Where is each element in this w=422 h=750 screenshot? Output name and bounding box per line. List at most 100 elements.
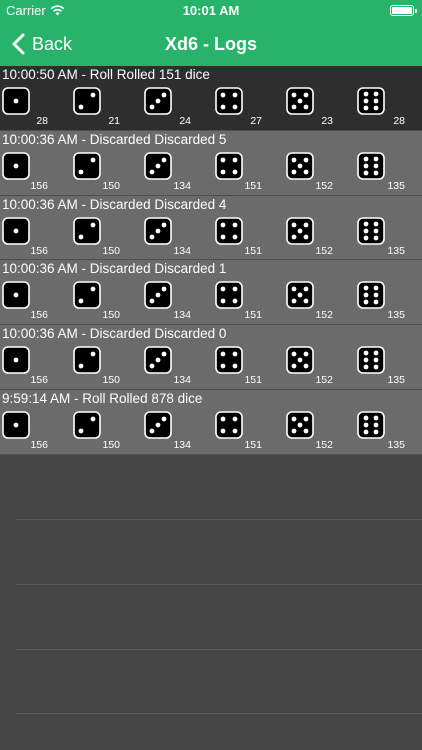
die-face-3-icon xyxy=(144,346,172,374)
die-face-5-icon xyxy=(286,216,314,245)
die-count-2: 150 xyxy=(102,374,120,387)
die-face-6-icon xyxy=(357,346,385,374)
die-count-1: 28 xyxy=(36,115,48,127)
die-count-3: 24 xyxy=(179,115,191,127)
die-face-2-icon xyxy=(73,87,101,115)
die-face-5-icon xyxy=(286,411,314,439)
die-face-5-icon xyxy=(286,346,314,374)
dice-row: 156 150 134 151 152 135 xyxy=(0,151,422,194)
log-entry: 10:00:36 AM - Discarded Discarded 1 156 15… xyxy=(0,260,422,326)
die-count-4: 27 xyxy=(250,115,262,127)
row-separator xyxy=(16,713,422,714)
dice-row: 28 21 24 27 23 28 xyxy=(0,87,422,129)
dice-row: 156 150 134 151 152 135 xyxy=(0,411,422,453)
die-face-4-icon xyxy=(215,281,243,310)
die-count-6: 135 xyxy=(387,179,405,192)
die-face-6-icon xyxy=(357,411,385,439)
die-count-3: 134 xyxy=(173,309,191,322)
row-separator xyxy=(16,584,422,585)
log-entry: 10:00:36 AM - Discarded Discarded 5 156 15… xyxy=(0,130,422,196)
die-face-1-icon xyxy=(2,346,30,374)
die-face-2-icon xyxy=(73,411,101,439)
die-face-3-icon xyxy=(144,151,172,180)
die-count-5: 152 xyxy=(315,438,333,451)
die-count-1: 156 xyxy=(30,244,48,257)
die-count-4: 151 xyxy=(244,438,262,451)
die-count-2: 150 xyxy=(102,309,120,322)
die-count-6: 135 xyxy=(387,244,405,257)
die-count-1: 156 xyxy=(30,438,48,451)
log-list: 10:00:50 AM - Roll Rolled 151 dice 28 21 24… xyxy=(0,66,422,455)
row-separator xyxy=(16,519,422,520)
die-count-1: 156 xyxy=(30,179,48,192)
dice-row: 156 150 134 151 152 135 xyxy=(0,216,422,259)
status-bar: Carrier 10:01 AM xyxy=(0,0,422,22)
die-face-2-icon xyxy=(73,281,101,310)
die-face-3-icon xyxy=(144,87,172,115)
die-face-4-icon xyxy=(215,87,243,115)
die-count-1: 156 xyxy=(30,374,48,387)
die-count-6: 135 xyxy=(387,438,405,451)
die-count-5: 23 xyxy=(321,115,333,127)
log-entry-header: 10:00:36 AM - Discarded Discarded 5 xyxy=(2,131,227,147)
die-count-3: 134 xyxy=(173,179,191,192)
die-count-2: 150 xyxy=(102,438,120,451)
navigation-bar: Back Xd6 - Logs xyxy=(0,22,422,66)
die-face-5-icon xyxy=(286,151,314,180)
log-entry: 10:00:50 AM - Roll Rolled 151 dice 28 21 24… xyxy=(0,66,422,131)
die-face-3-icon xyxy=(144,216,172,245)
log-entry: 10:00:36 AM - Discarded Discarded 0 156 15… xyxy=(0,325,422,390)
die-face-3-icon xyxy=(144,411,172,439)
die-count-1: 156 xyxy=(30,309,48,322)
die-count-4: 151 xyxy=(244,179,262,192)
die-count-5: 152 xyxy=(315,179,333,192)
die-count-5: 152 xyxy=(315,309,333,322)
die-face-1-icon xyxy=(2,411,30,439)
dice-row: 156 150 134 151 152 135 xyxy=(0,346,422,388)
die-count-2: 150 xyxy=(102,244,120,257)
die-count-6: 135 xyxy=(387,309,405,322)
die-face-1-icon xyxy=(2,281,30,310)
die-count-3: 134 xyxy=(173,244,191,257)
die-face-3-icon xyxy=(144,281,172,310)
log-entry-header: 10:00:36 AM - Discarded Discarded 4 xyxy=(2,196,227,212)
die-count-6: 28 xyxy=(393,115,405,127)
die-face-6-icon xyxy=(357,151,385,180)
die-count-3: 134 xyxy=(173,374,191,387)
die-face-2-icon xyxy=(73,216,101,245)
row-separator xyxy=(16,649,422,650)
die-face-1-icon xyxy=(2,216,30,245)
die-count-4: 151 xyxy=(244,309,262,322)
log-entry: 9:59:14 AM - Roll Rolled 878 dice 156 150 1… xyxy=(0,389,422,455)
log-entry-header: 9:59:14 AM - Roll Rolled 878 dice xyxy=(2,390,203,406)
die-count-2: 21 xyxy=(108,115,120,127)
status-time: 10:01 AM xyxy=(182,3,240,18)
die-face-5-icon xyxy=(286,87,314,115)
die-face-1-icon xyxy=(2,87,30,115)
die-face-4-icon xyxy=(215,346,243,374)
die-count-6: 135 xyxy=(387,374,405,387)
battery-icon xyxy=(390,5,417,16)
log-entry-header: 10:00:36 AM - Discarded Discarded 1 xyxy=(2,261,227,277)
log-entry-header: 10:00:36 AM - Discarded Discarded 0 xyxy=(2,326,227,342)
die-face-4-icon xyxy=(215,411,243,439)
die-count-5: 152 xyxy=(315,374,333,387)
die-count-4: 151 xyxy=(244,374,262,387)
die-count-4: 151 xyxy=(244,244,262,257)
dice-row: 156 150 134 151 152 135 xyxy=(0,281,422,323)
die-face-2-icon xyxy=(73,151,101,180)
die-face-6-icon xyxy=(357,87,385,115)
die-face-6-icon xyxy=(357,281,385,310)
die-count-5: 152 xyxy=(315,244,333,257)
empty-list-area xyxy=(0,456,422,750)
die-face-2-icon xyxy=(73,346,101,374)
die-face-4-icon xyxy=(215,216,243,245)
log-entry: 10:00:36 AM - Discarded Discarded 4 156 15… xyxy=(0,195,422,261)
die-face-1-icon xyxy=(2,151,30,180)
die-count-3: 134 xyxy=(173,438,191,451)
log-entry-header: 10:00:50 AM - Roll Rolled 151 dice xyxy=(2,67,210,82)
die-face-4-icon xyxy=(215,151,243,180)
die-face-6-icon xyxy=(357,216,385,245)
page-title: Xd6 - Logs xyxy=(164,34,257,54)
die-face-5-icon xyxy=(286,281,314,310)
